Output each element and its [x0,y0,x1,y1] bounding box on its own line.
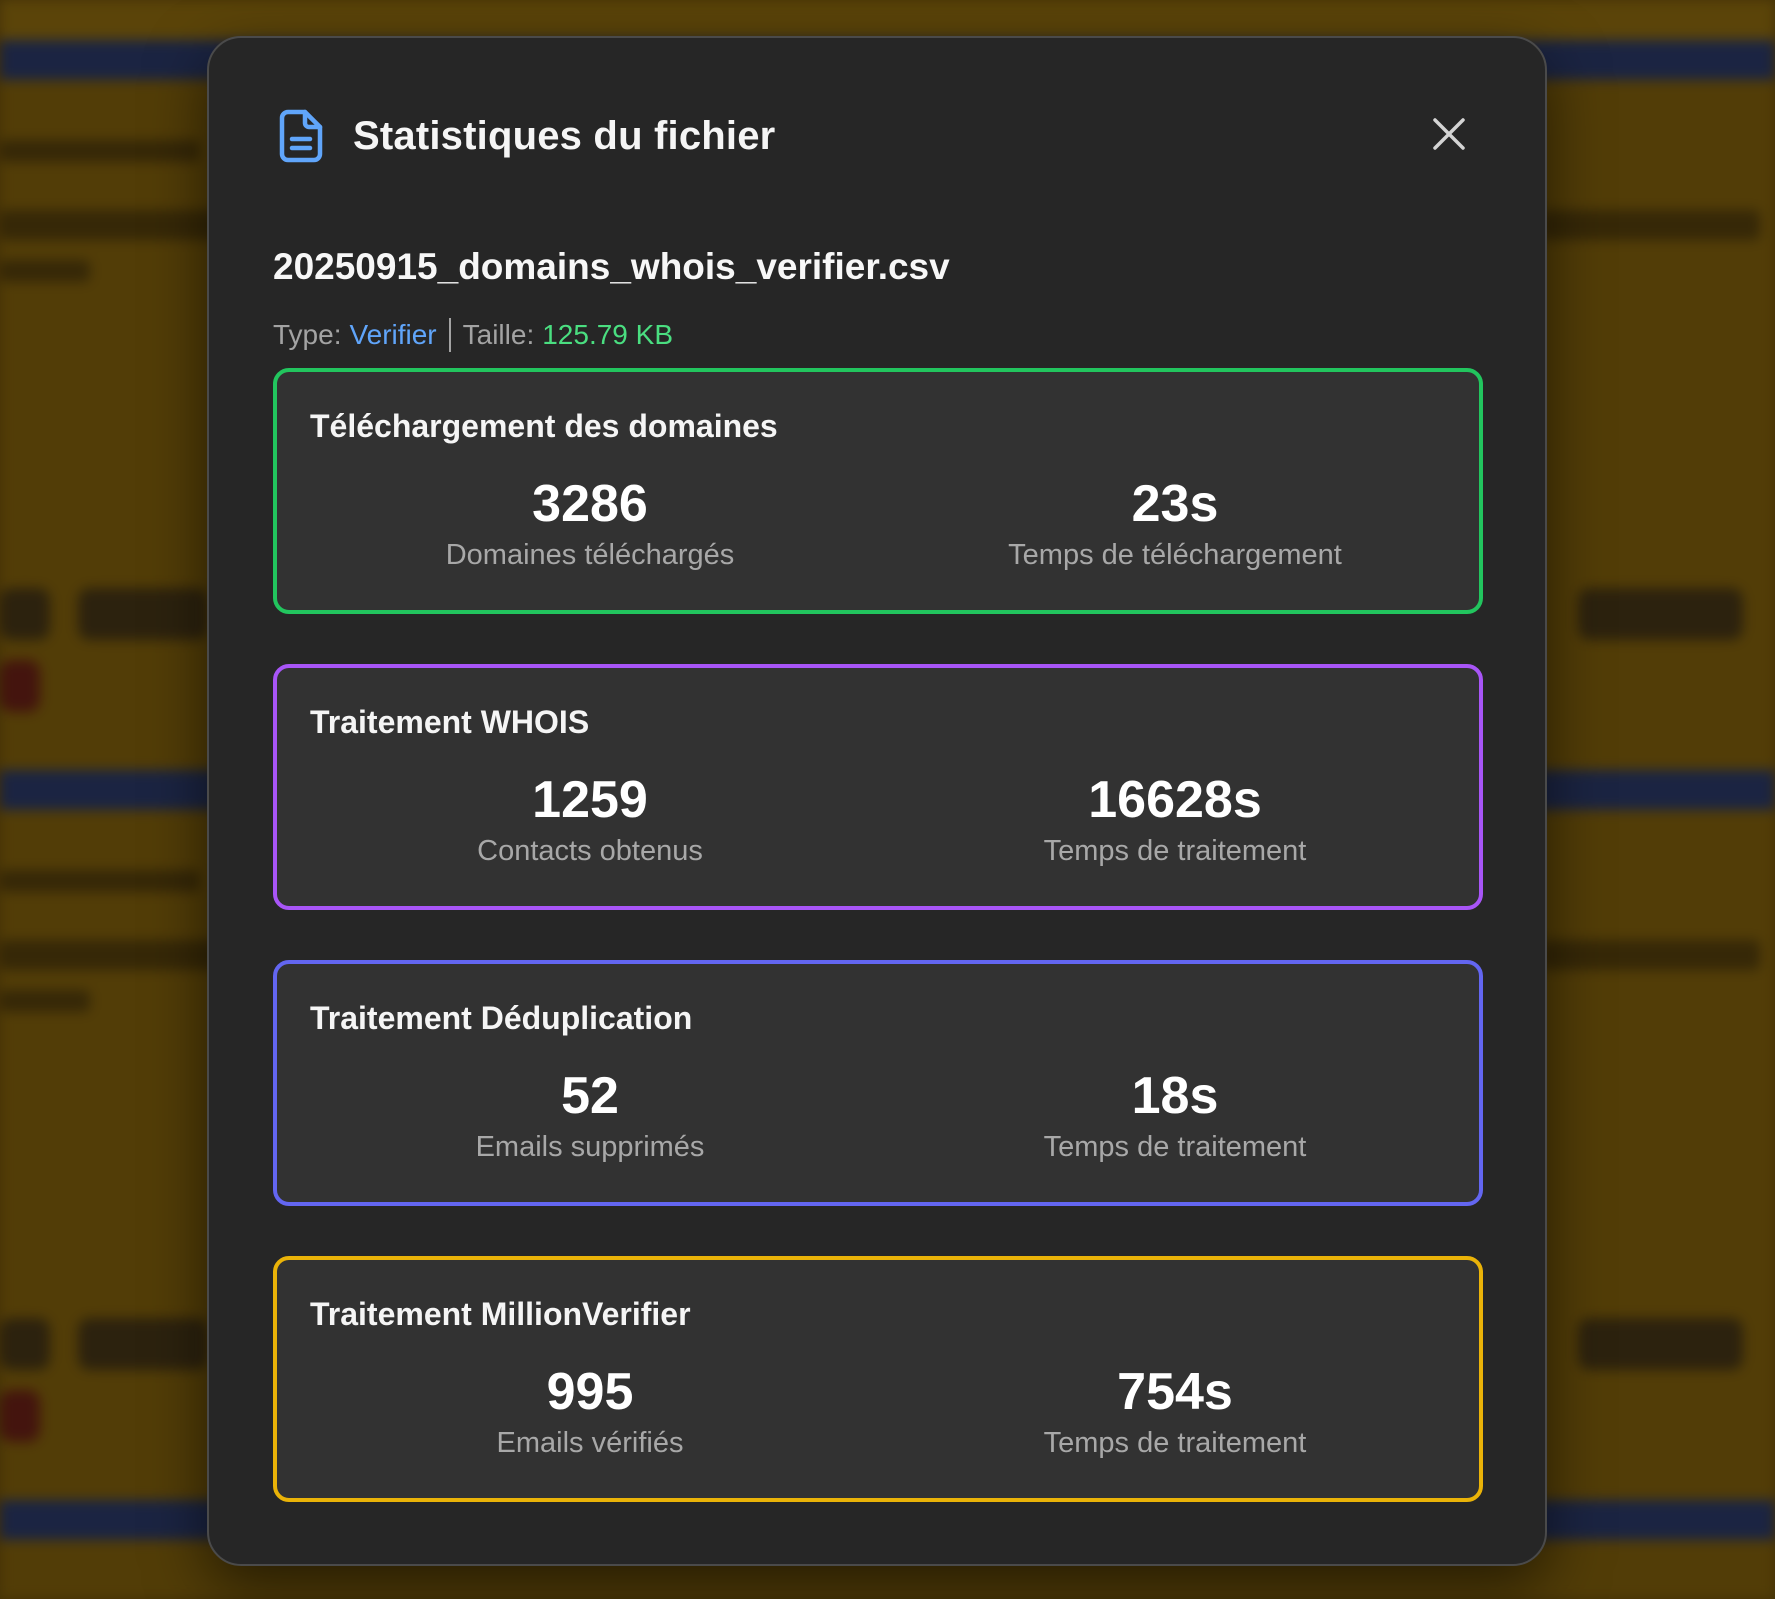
metric-label: Contacts obtenus [477,835,703,868]
metric-value: 754s [1117,1363,1233,1421]
metric-value: 16628s [1088,771,1262,829]
verifier-time-metric: 754s Temps de traitement [895,1363,1455,1460]
metric-value: 3286 [532,475,648,533]
metric-label: Emails vérifiés [496,1427,684,1460]
metric-label: Emails supprimés [475,1131,705,1164]
millionverifier-stats-card: Traitement MillionVerifier 995 Emails vé… [273,1256,1483,1502]
file-document-icon [279,109,323,163]
card-title: Traitement WHOIS [310,704,590,740]
download-stats-card: Téléchargement des domaines 3286 Domaine… [273,368,1483,614]
metric-label: Temps de traitement [1043,1131,1307,1164]
file-meta: Type: Verifier Taille: 125.79 KB [273,318,673,352]
metric-value: 52 [561,1067,619,1125]
size-value: 125.79 KB [542,319,674,350]
card-title: Traitement MillionVerifier [310,1296,691,1332]
card-title: Traitement Déduplication [310,1000,693,1036]
close-icon[interactable] [1432,117,1466,156]
close-button[interactable] [1423,110,1475,162]
file-stats-modal: Statistiques du fichier 20250915_domains… [207,36,1547,1566]
metric-label: Temps de traitement [1043,1427,1307,1460]
type-value: Verifier [349,319,437,350]
modal-title: Statistiques du fichier [353,113,776,158]
metric-value: 995 [546,1363,634,1421]
metric-label: Temps de téléchargement [1008,539,1342,572]
whois-time-metric: 16628s Temps de traitement [895,771,1455,868]
metric-label: Temps de traitement [1043,835,1307,868]
emails-removed-metric: 52 Emails supprimés [310,1067,870,1164]
metric-value: 23s [1131,475,1219,533]
metric-label: Domaines téléchargés [445,539,735,572]
file-name: 20250915_domains_whois_verifier.csv [273,246,950,287]
dedup-stats-card: Traitement Déduplication 52 Emails suppr… [273,960,1483,1206]
type-label: Type: [273,319,342,350]
size-label: Taille: [462,319,535,350]
metric-value: 18s [1131,1067,1219,1125]
dedup-time-metric: 18s Temps de traitement [895,1067,1455,1164]
contacts-obtained-metric: 1259 Contacts obtenus [310,771,870,868]
modal-header: Statistiques du fichier [279,104,1485,168]
meta-separator [448,318,451,352]
emails-verified-metric: 995 Emails vérifiés [310,1363,870,1460]
card-title: Téléchargement des domaines [310,408,778,444]
download-time-metric: 23s Temps de téléchargement [895,475,1455,572]
whois-stats-card: Traitement WHOIS 1259 Contacts obtenus 1… [273,664,1483,910]
domains-downloaded-metric: 3286 Domaines téléchargés [310,475,870,572]
metric-value: 1259 [532,771,648,829]
